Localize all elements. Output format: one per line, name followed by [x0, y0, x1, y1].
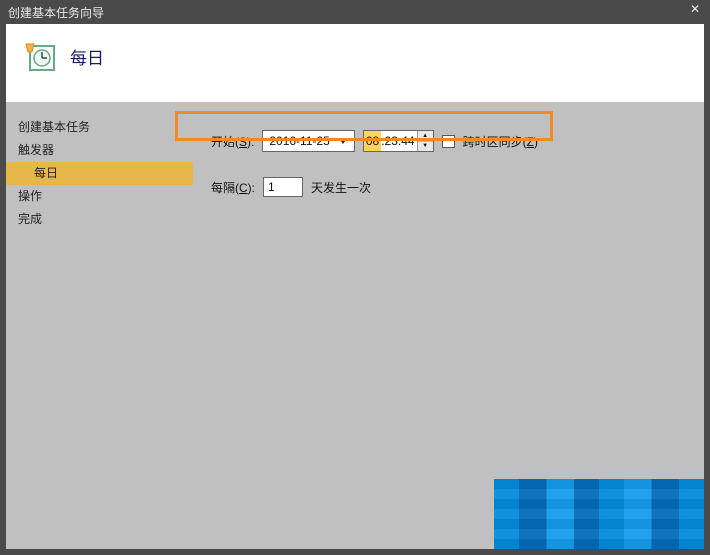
step-create-basic-task[interactable]: 创建基本任务: [6, 116, 193, 139]
page-title: 每日: [70, 44, 104, 69]
step-action[interactable]: 操作: [6, 185, 193, 208]
wizard-header: 每日: [6, 24, 704, 102]
title-bar: 创建基本任务向导 ✕: [0, 0, 710, 24]
spinner-down-icon[interactable]: ▼: [418, 142, 433, 152]
dialog-window: 创建基本任务向导 ✕ 每日 创建基本任务 触发器 每日 操作: [0, 0, 710, 555]
sync-timezone-label: 跨时区同步(Z): [463, 133, 538, 150]
start-time-picker[interactable]: 08 :23:44 ▲ ▼: [363, 130, 434, 152]
step-daily[interactable]: 每日: [6, 162, 193, 185]
dialog-body: 每日 创建基本任务 触发器 每日 操作 完成 开始(S): 2016-11-25: [6, 24, 704, 549]
close-icon[interactable]: ✕: [690, 2, 700, 16]
step-trigger[interactable]: 触发器: [6, 139, 193, 162]
interval-input[interactable]: 1: [263, 177, 303, 197]
start-date-picker[interactable]: 2016-11-25: [262, 130, 355, 152]
start-row: 开始(S): 2016-11-25 08 :23:44 ▲ ▼: [211, 126, 686, 156]
wizard-steps-sidebar: 创建基本任务 触发器 每日 操作 完成: [6, 102, 193, 549]
sync-timezone-checkbox[interactable]: [442, 135, 455, 148]
start-date-value: 2016-11-25: [269, 134, 330, 148]
pixelated-overlay: [494, 479, 704, 549]
start-label: 开始(S):: [211, 133, 254, 150]
time-spinner[interactable]: ▲ ▼: [417, 131, 433, 151]
interval-row: 每隔(C): 1 天发生一次: [211, 172, 686, 202]
interval-unit-label: 天发生一次: [311, 179, 371, 196]
start-time-hours[interactable]: 08: [364, 131, 381, 151]
window-title: 创建基本任务向导: [8, 4, 104, 21]
spinner-up-icon[interactable]: ▲: [418, 131, 433, 142]
scheduler-icon: [24, 40, 58, 74]
step-finish[interactable]: 完成: [6, 208, 193, 231]
date-dropdown-icon[interactable]: [336, 131, 350, 151]
interval-label: 每隔(C):: [211, 179, 255, 196]
start-time-rest[interactable]: :23:44: [381, 131, 416, 151]
